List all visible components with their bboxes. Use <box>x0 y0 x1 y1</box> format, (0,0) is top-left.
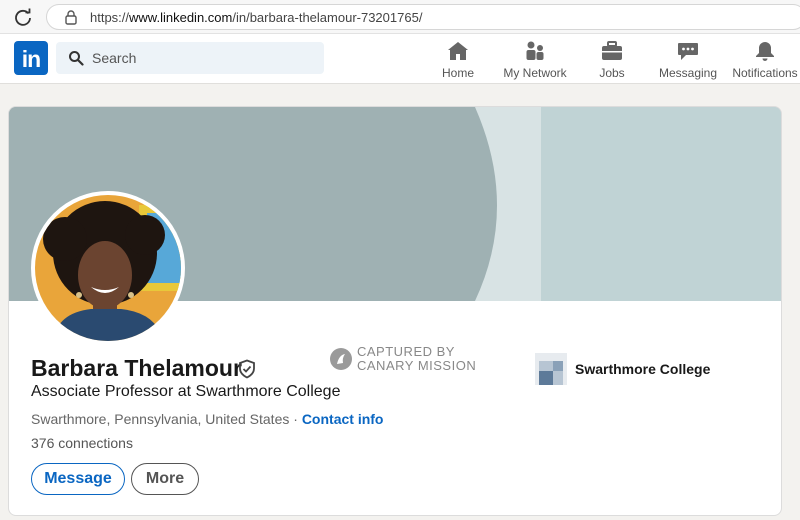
canary-bird-icon <box>330 348 352 370</box>
network-icon <box>526 41 544 60</box>
nav-messaging-label: Messaging <box>658 66 718 80</box>
watermark-line1: CAPTURED BY <box>357 344 455 359</box>
bell-icon <box>756 42 774 61</box>
lock-icon <box>65 10 77 25</box>
profile-photo-image <box>35 195 181 341</box>
url-text[interactable]: https://www.linkedin.com/in/barbara-thel… <box>90 10 422 25</box>
contact-info-link[interactable]: Contact info <box>302 411 384 427</box>
linkedin-logo[interactable]: in <box>14 41 48 75</box>
url-prefix: https:// <box>90 10 130 25</box>
search-bar[interactable] <box>56 42 324 74</box>
url-path: /in/barbara-thelamour-73201765/ <box>232 10 423 25</box>
nav-notifications-label: Notifications <box>732 66 798 80</box>
message-button[interactable]: Message <box>31 463 125 495</box>
profile-photo[interactable] <box>31 191 185 345</box>
search-icon <box>69 51 84 66</box>
nav-messaging[interactable]: Messaging <box>656 38 720 82</box>
reload-icon[interactable] <box>12 6 34 28</box>
nav-my-network[interactable]: My Network <box>500 38 570 82</box>
more-button[interactable]: More <box>131 463 199 495</box>
verified-shield-icon[interactable] <box>237 359 257 379</box>
nav-notifications[interactable]: Notifications <box>730 38 800 82</box>
location-line: Swarthmore, Pennsylvania, United States … <box>31 411 383 427</box>
top-nav: in Home My Network Jobs <box>0 34 800 84</box>
briefcase-icon <box>602 41 622 60</box>
nav-my-network-label: My Network <box>503 66 567 80</box>
connections-count[interactable]: 376 connections <box>31 435 133 451</box>
chat-icon <box>678 43 698 60</box>
url-domain: www.linkedin.com <box>129 10 233 25</box>
profile-name: Barbara Thelamour <box>31 355 242 381</box>
nav-jobs-label: Jobs <box>599 66 625 80</box>
separator-dot: · <box>289 411 302 427</box>
profile-location: Swarthmore, Pennsylvania, United States <box>31 411 290 427</box>
watermark-line2: CANARY MISSION <box>357 358 477 373</box>
browser-address-bar: https://www.linkedin.com/in/barbara-thel… <box>0 0 800 34</box>
search-input[interactable] <box>92 48 312 68</box>
college-logo <box>535 353 567 385</box>
nav-home-label: Home <box>441 66 474 80</box>
nav-jobs[interactable]: Jobs <box>592 38 632 82</box>
url-field[interactable]: https://www.linkedin.com/in/barbara-thel… <box>46 4 800 30</box>
profile-card: CAPTURED BY CANARY MISSION Swarthmore Co… <box>8 106 782 516</box>
profile-headline: Associate Professor at Swarthmore Colleg… <box>31 383 341 400</box>
college-name: Swarthmore College <box>575 361 711 377</box>
home-icon <box>448 42 468 60</box>
nav-home[interactable]: Home <box>436 38 480 82</box>
